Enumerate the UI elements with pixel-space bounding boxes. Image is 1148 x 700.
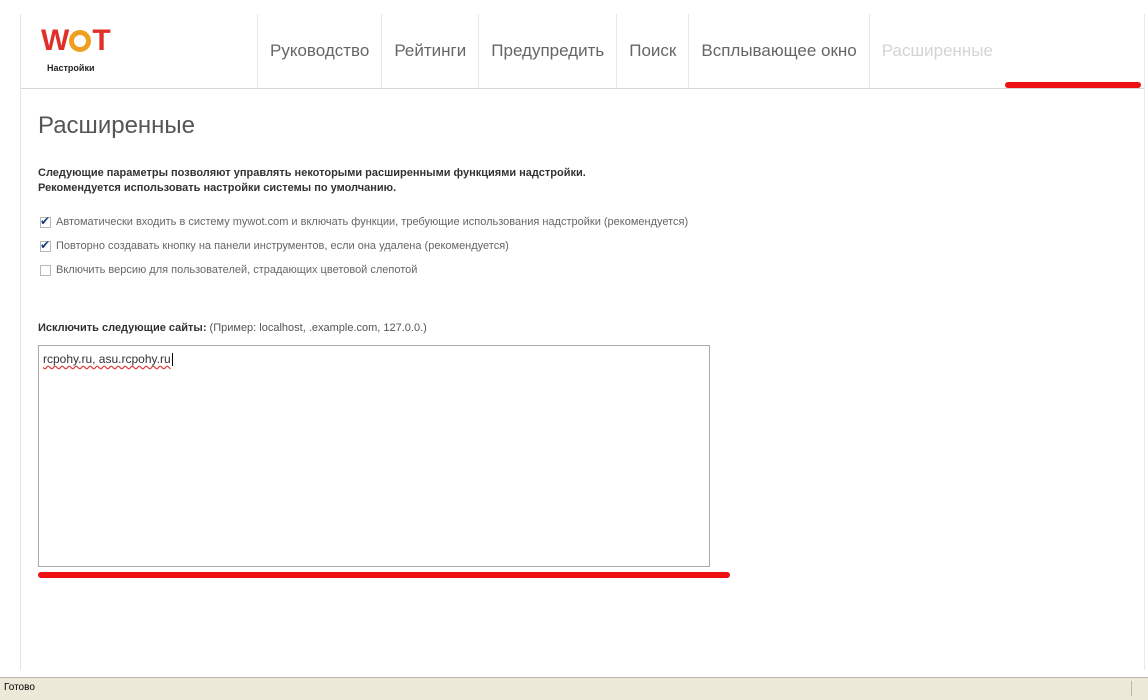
description: Следующие параметры позволяют управлять …: [38, 166, 586, 196]
logo-ring-icon: [69, 30, 92, 52]
exclude-sites-hint: (Пример: localhost, .example.com, 127.0.…: [209, 322, 427, 334]
option-label: Включить версию для пользователей, страд…: [56, 264, 418, 276]
logo-mark: WT: [41, 24, 111, 57]
description-line-2: Рекомендуется использовать настройки сис…: [38, 182, 397, 194]
option-recreate-button[interactable]: Повторно создавать кнопку на панели инст…: [40, 236, 688, 256]
checkbox-colorblind[interactable]: [40, 264, 51, 276]
option-label: Повторно создавать кнопку на панели инст…: [56, 240, 509, 252]
status-bar-divider: [0, 677, 1148, 678]
frame-border-right: [1144, 14, 1145, 670]
frame-border-left: [20, 14, 21, 670]
checkbox-auto-login[interactable]: [40, 214, 51, 228]
option-label: Автоматически входить в систему mywot.co…: [56, 216, 689, 228]
wot-logo: WT Настройки: [41, 24, 161, 80]
exclude-sites-textarea[interactable]: rcpohy.ru, asu.rcpohy.ru: [38, 345, 710, 567]
status-bar: Готово: [0, 676, 1148, 700]
tab-warnings[interactable]: Предупредить: [478, 14, 616, 88]
header: WT Настройки Руководство Рейтинги Предуп…: [21, 14, 1144, 89]
checkbox-recreate-button[interactable]: [40, 238, 51, 252]
tab-ratings[interactable]: Рейтинги: [381, 14, 478, 88]
exclude-sites-label-bold: Исключить следующие сайты:: [38, 322, 207, 334]
option-colorblind[interactable]: Включить версию для пользователей, страд…: [40, 260, 688, 280]
status-text: Готово: [4, 682, 35, 693]
tab-search[interactable]: Поиск: [616, 14, 688, 88]
tab-popup[interactable]: Всплывающее окно: [688, 14, 868, 88]
logo-subtitle: Настройки: [47, 63, 95, 73]
options-list: Автоматически входить в систему mywot.co…: [40, 212, 688, 284]
exclude-sites-label: Исключить следующие сайты: (Пример: loca…: [38, 322, 427, 334]
status-bar-panel: [1131, 681, 1146, 696]
option-auto-login[interactable]: Автоматически входить в систему mywot.co…: [40, 212, 688, 232]
settings-page: WT Настройки Руководство Рейтинги Предуп…: [0, 0, 1148, 700]
textarea-red-underline: [38, 572, 730, 578]
tab-advanced[interactable]: Расширенные: [868, 14, 1005, 88]
text-caret: [171, 353, 173, 367]
active-tab-red-underline: [1005, 82, 1141, 88]
tab-bar: Руководство Рейтинги Предупредить Поиск …: [257, 14, 1005, 88]
description-line-1: Следующие параметры позволяют управлять …: [38, 167, 586, 179]
exclude-sites-value: rcpohy.ru, asu.rcpohy.ru: [43, 352, 171, 366]
page-title: Расширенные: [38, 112, 196, 139]
tab-guide[interactable]: Руководство: [257, 14, 381, 88]
